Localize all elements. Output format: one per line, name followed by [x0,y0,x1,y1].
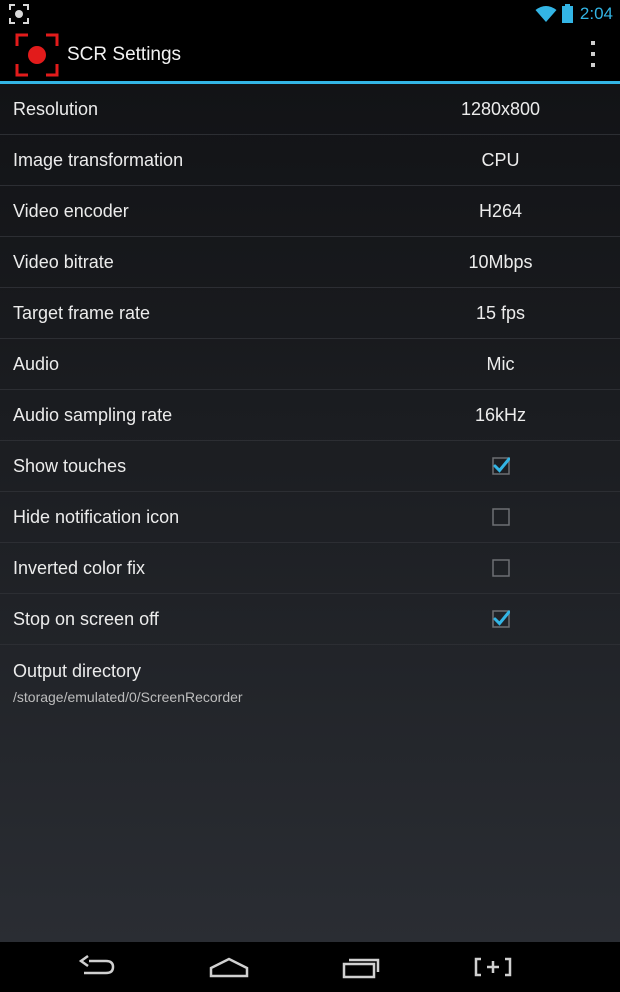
pref-show-touches[interactable]: Show touches [0,441,620,492]
pref-label: Video encoder [13,201,129,221]
screenshot-add-icon[interactable] [471,952,515,982]
action-bar: SCR Settings [0,27,620,81]
status-bar: 2:04 [0,0,620,27]
navigation-bar [0,942,620,992]
recent-apps-icon[interactable] [339,952,383,982]
pref-label: Audio [13,354,60,374]
overflow-dot [591,63,595,67]
wifi-icon [535,5,557,22]
pref-label: Video bitrate [13,252,114,272]
page-title: SCR Settings [67,44,182,65]
pref-value: CPU [481,150,520,170]
pref-label: Hide notification icon [13,507,180,527]
pref-label: Audio sampling rate [13,405,173,425]
pref-hide-notification-icon[interactable]: Hide notification icon [0,492,620,543]
pref-label: Stop on screen off [13,609,159,629]
back-icon[interactable] [75,952,119,982]
overflow-menu-icon[interactable] [586,41,600,67]
checkbox-box [492,508,510,526]
battery-icon [561,4,573,23]
pref-stop-on-screen-off[interactable]: Stop on screen off [0,594,620,645]
status-clock: 2:04 [579,3,613,23]
checkmark-icon [493,457,510,473]
pref-audio[interactable]: Audio Mic [0,339,620,390]
show-touches-checkbox[interactable] [492,457,510,475]
pref-value: 16kHz [474,405,527,425]
home-icon[interactable] [207,952,251,982]
screenshot-notification-icon [9,4,29,24]
checkmark-icon [493,610,510,626]
pref-label: Image transformation [13,150,184,170]
checkbox-box [492,559,510,577]
pref-value: Mic [486,354,515,374]
pref-label: Show touches [13,456,127,476]
pref-image-transformation[interactable]: Image transformation CPU [0,135,620,186]
inverted-color-fix-checkbox[interactable] [492,559,510,577]
settings-list: Resolution 1280x800 Image transformation… [0,84,620,942]
pref-summary: /storage/emulated/0/ScreenRecorder [13,689,243,705]
pref-output-directory[interactable]: Output directory /storage/emulated/0/Scr… [0,645,620,725]
pref-label: Output directory [13,661,142,681]
stop-on-screen-off-checkbox[interactable] [492,610,510,628]
pref-value: 10Mbps [468,252,533,272]
pref-inverted-color-fix[interactable]: Inverted color fix [0,543,620,594]
pref-video-encoder[interactable]: Video encoder H264 [0,186,620,237]
pref-label: Inverted color fix [13,558,146,578]
pref-target-frame-rate[interactable]: Target frame rate 15 fps [0,288,620,339]
pref-resolution[interactable]: Resolution 1280x800 [0,84,620,135]
pref-label: Target frame rate [13,303,151,323]
pref-video-bitrate[interactable]: Video bitrate 10Mbps [0,237,620,288]
pref-value: 1280x800 [460,99,541,119]
pref-value: 15 fps [475,303,526,323]
pref-value: H264 [478,201,523,221]
pref-audio-sampling-rate[interactable]: Audio sampling rate 16kHz [0,390,620,441]
pref-label: Resolution [13,99,99,119]
overflow-dot [591,41,595,45]
overflow-dot [591,52,595,56]
record-icon[interactable] [14,32,60,78]
hide-notification-icon-checkbox[interactable] [492,508,510,526]
